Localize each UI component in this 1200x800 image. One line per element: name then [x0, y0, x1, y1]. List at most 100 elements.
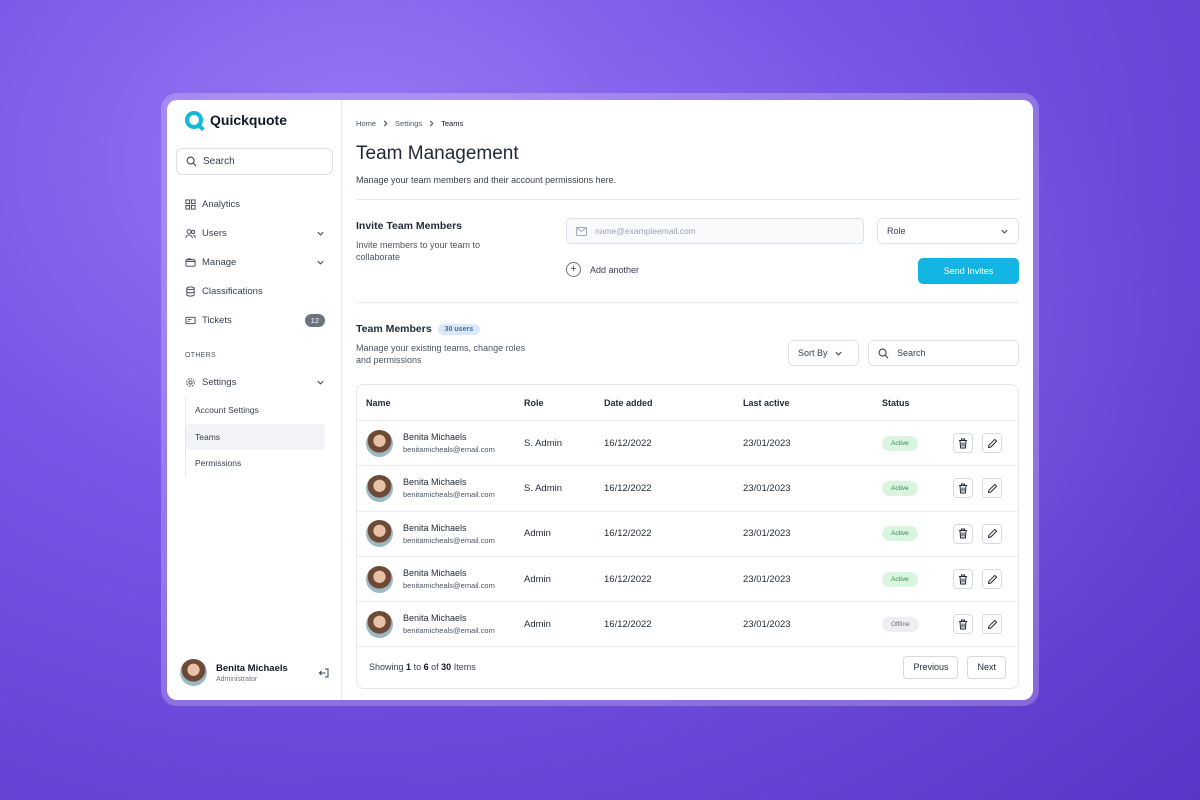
next-button[interactable]: Next [967, 655, 1006, 679]
member-email: benitamicheals@email.com [403, 535, 495, 545]
sidebar-item-tickets[interactable]: Tickets 12 [185, 306, 325, 335]
status-cell: Active [882, 480, 953, 496]
table-footer: Showing 1 to 6 of 30 Items Previous Next [357, 647, 1018, 687]
users-count-badge: 30 users [437, 323, 481, 335]
member-date-added: 16/12/2022 [604, 618, 652, 630]
sidebar-nav: Analytics Users Manage Classifications T… [185, 190, 325, 335]
edit-button[interactable] [982, 569, 1002, 590]
database-icon [186, 286, 195, 297]
app-name: Quickquote [210, 112, 288, 128]
sidebar: Quickquote Search Analytics Users Manage [167, 100, 342, 700]
sort-by-dropdown[interactable]: Sort By [788, 340, 859, 366]
pencil-icon [987, 438, 997, 448]
member-date-added: 16/12/2022 [604, 482, 652, 494]
sidebar-item-users[interactable]: Users [185, 219, 325, 248]
sidebar-item-settings[interactable]: Settings [185, 368, 325, 397]
status-badge: Active [882, 480, 918, 496]
pencil-icon [987, 619, 997, 629]
add-another-label: Add another [590, 264, 640, 275]
page-subtitle: Manage your team members and their accou… [356, 175, 617, 185]
member-name: Benita Michaels [403, 522, 467, 533]
pagination: Previous Next [903, 655, 1006, 679]
chevron-down-icon [834, 351, 842, 356]
subnav-item-teams[interactable]: Teams [186, 423, 325, 450]
avatar [366, 520, 393, 548]
column-header-date-added[interactable]: Date added [604, 398, 743, 408]
settings-subnav: Account Settings Teams Permissions [185, 397, 325, 477]
grid-icon [185, 199, 196, 210]
members-search-input[interactable]: Search [868, 340, 1019, 366]
invite-email-field[interactable]: name@exampleemail.com [566, 218, 864, 244]
role-select-label: Role [887, 226, 906, 236]
status-cell: Active [882, 435, 953, 451]
trash-icon [959, 574, 967, 585]
sidebar-search[interactable]: Search [176, 148, 333, 175]
member-date-added: 16/12/2022 [604, 573, 652, 585]
sidebar-item-analytics[interactable]: Analytics [185, 190, 325, 219]
delete-button[interactable] [953, 523, 973, 544]
subnav-item-account-settings[interactable]: Account Settings [186, 397, 325, 424]
edit-button[interactable] [982, 523, 1002, 544]
sidebar-item-classifications[interactable]: Classifications [185, 277, 325, 306]
status-badge: Active [882, 435, 918, 451]
sidebar-item-manage[interactable]: Manage [185, 248, 325, 277]
sidebar-search-label: Search [203, 156, 235, 167]
member-date-added: 16/12/2022 [604, 528, 652, 540]
edit-button[interactable] [982, 478, 1002, 499]
sort-by-label: Sort By [798, 348, 828, 358]
members-table: Name Role Date added Last active Status … [356, 384, 1019, 689]
breadcrumb: Home Settings Teams [356, 119, 463, 128]
member-email: benitamicheals@email.com [403, 445, 495, 455]
sidebar-item-label: Tickets [202, 315, 232, 326]
table-row: Benita Michaels benitamicheals@email.com S… [357, 421, 1018, 467]
pencil-icon [987, 574, 997, 584]
search-icon [878, 348, 889, 358]
previous-button[interactable]: Previous [903, 655, 959, 679]
role-select[interactable]: Role [877, 218, 1019, 244]
gear-icon [186, 378, 195, 387]
column-header-status[interactable]: Status [882, 398, 953, 408]
table-row: Benita Michaels benitamicheals@email.com A… [357, 602, 1018, 648]
add-another-button[interactable]: + Add another [566, 262, 639, 277]
member-name: Benita Michaels [403, 477, 467, 488]
delete-button[interactable] [953, 569, 973, 590]
column-header-last-active[interactable]: Last active [743, 398, 882, 408]
breadcrumb-home[interactable]: Home [356, 119, 376, 128]
edit-button[interactable] [982, 433, 1002, 454]
column-header-role[interactable]: Role [524, 398, 604, 408]
subnav-item-permissions[interactable]: Permissions [186, 450, 325, 477]
avatar [366, 474, 393, 502]
member-cell: Benita Michaels benitamicheals@email.com [357, 610, 524, 638]
delete-button[interactable] [953, 433, 973, 454]
send-invites-button[interactable]: Send Invites [918, 258, 1019, 284]
member-role: Admin [524, 573, 551, 585]
row-actions [953, 614, 1002, 635]
status-cell: Active [882, 571, 953, 587]
member-date-added: 16/12/2022 [604, 437, 652, 449]
users-icon [185, 229, 196, 239]
sidebar-item-label: Manage [202, 257, 237, 268]
delete-button[interactable] [953, 614, 973, 635]
page-title: Team Management [356, 143, 519, 164]
divider [356, 302, 1019, 303]
delete-button[interactable] [953, 478, 973, 499]
folder-icon [185, 258, 196, 267]
logo[interactable]: Quickquote [185, 111, 287, 129]
sidebar-item-label: Users [202, 228, 227, 239]
breadcrumb-settings[interactable]: Settings [395, 119, 422, 128]
member-role: Admin [524, 618, 551, 630]
pencil-icon [987, 528, 997, 539]
chevron-down-icon[interactable] [316, 229, 325, 238]
table-header: Name Role Date added Last active Status [357, 385, 1018, 421]
edit-button[interactable] [982, 614, 1002, 635]
chevron-down-icon[interactable] [316, 378, 325, 387]
member-email: benitamicheals@email.com [403, 490, 495, 500]
trash-icon [959, 619, 967, 630]
user-name: Benita Michaels [216, 662, 288, 674]
logout-icon[interactable] [318, 667, 330, 679]
column-header-name[interactable]: Name [357, 398, 524, 408]
chevron-down-icon[interactable] [316, 258, 325, 267]
avatar [366, 429, 393, 457]
member-name: Benita Michaels [403, 568, 467, 579]
members-description: Manage your existing teams, change roles… [356, 343, 526, 366]
